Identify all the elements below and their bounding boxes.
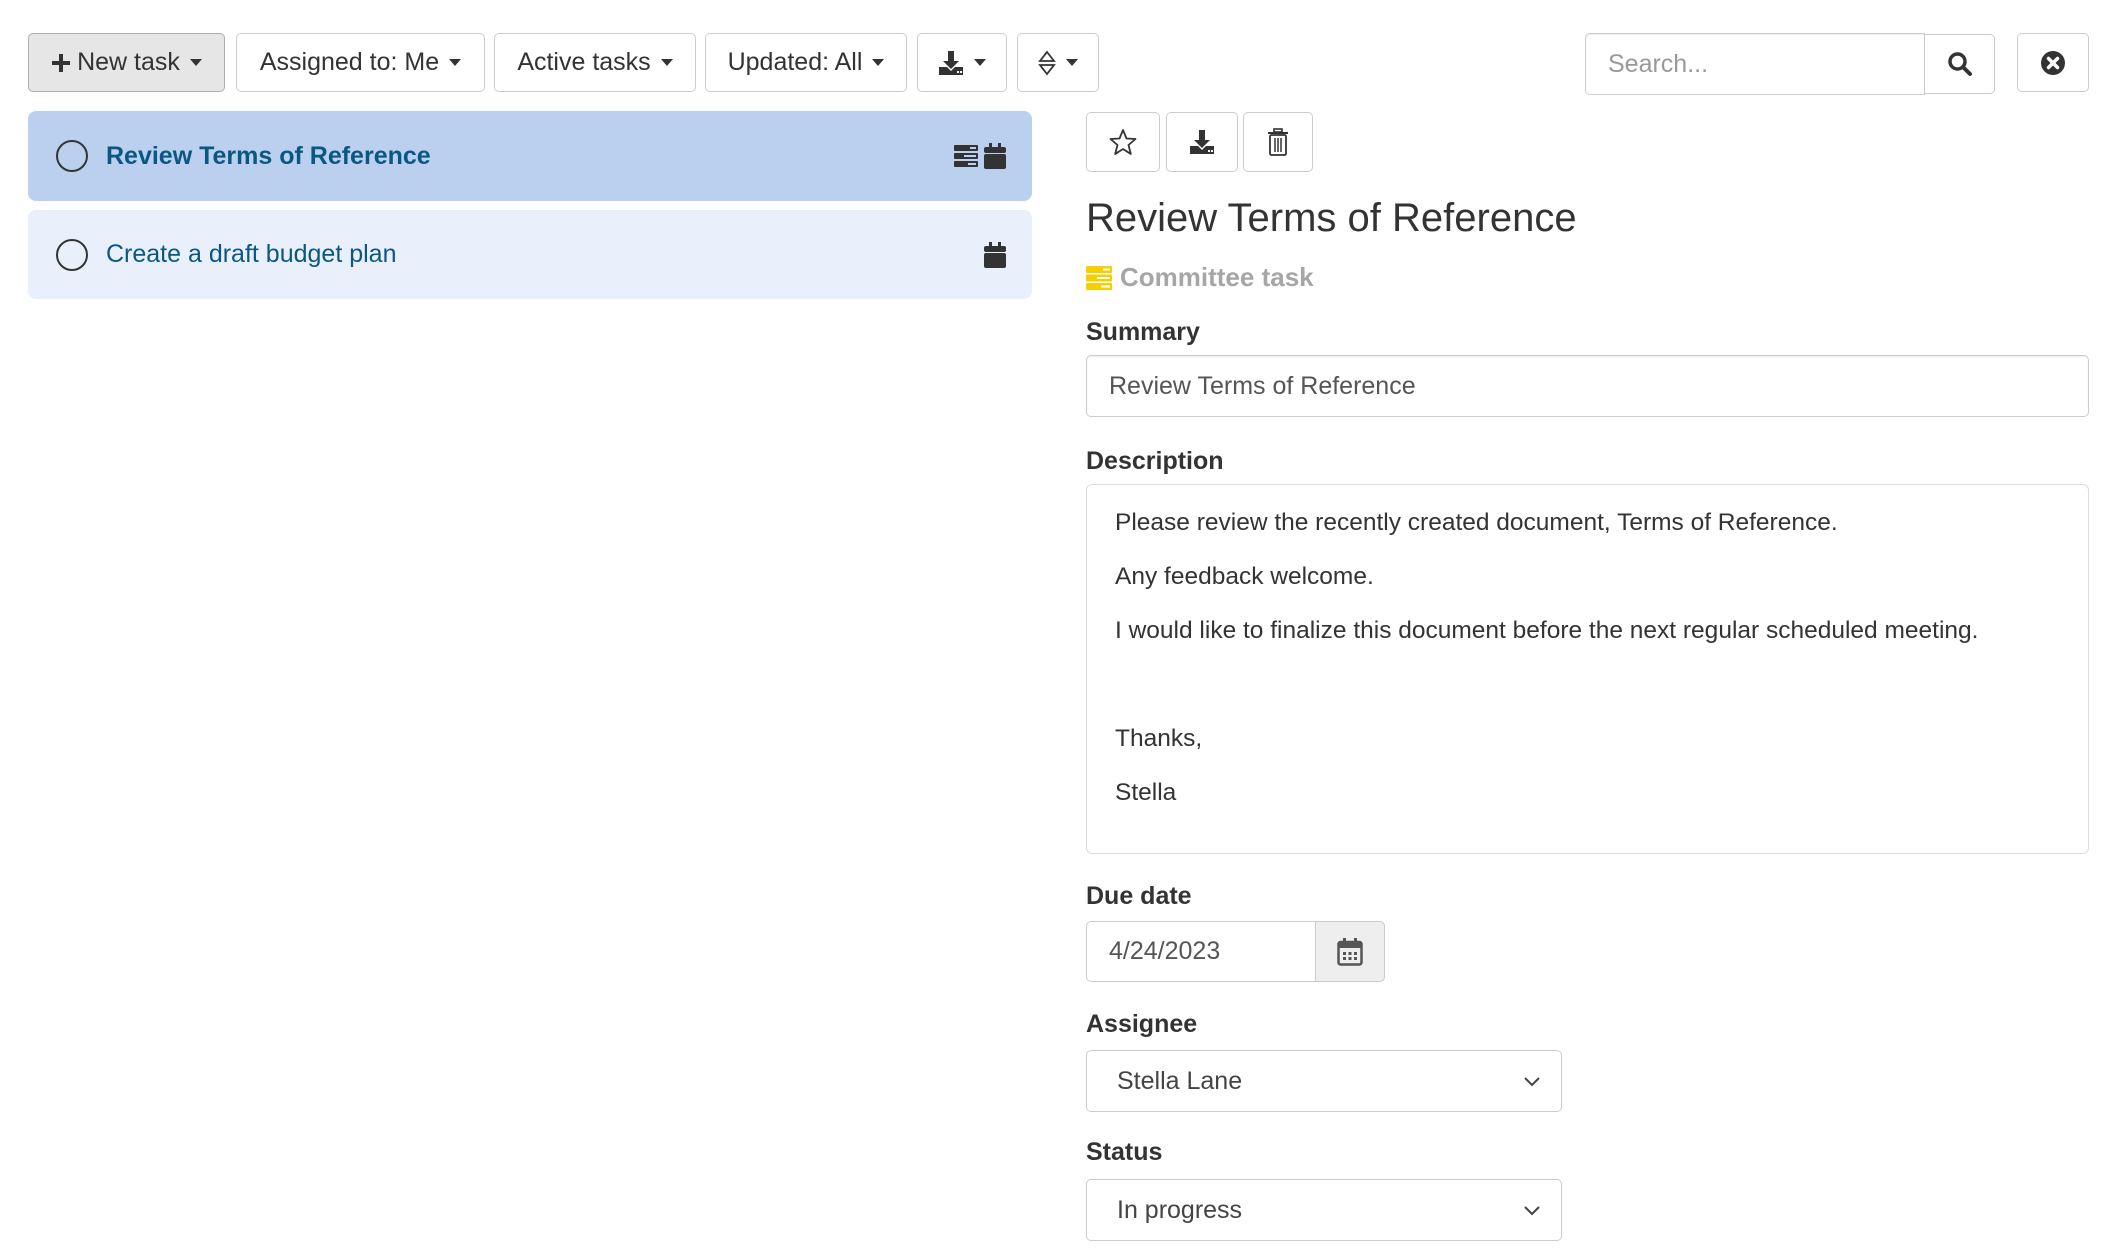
status-label: Status [1086,1138,1163,1166]
assignee-select[interactable]: Stella Lane [1086,1050,1562,1112]
caret-down-icon [974,59,986,66]
description-line: Please review the recently created docum… [1115,509,1838,536]
search-input[interactable] [1585,33,1925,95]
calendar-icon [1337,937,1363,966]
sort-icon [1038,50,1056,76]
description-line: I would like to finalize this document b… [1115,617,1979,644]
description-line: Thanks, [1115,725,1203,752]
due-date-label: Due date [1086,882,1192,910]
summary-input[interactable] [1086,355,2089,417]
star-icon [1109,128,1137,156]
caret-down-icon [872,59,885,66]
download-icon [1189,129,1215,155]
due-date-input[interactable] [1086,921,1316,982]
delete-button[interactable] [1243,112,1313,172]
caret-down-icon [1066,59,1078,66]
caret-down-icon [189,59,202,66]
updated-filter-label: Updated: All [727,48,863,76]
caret-down-icon [660,59,673,66]
close-circle-icon [2040,50,2066,76]
export-dropdown[interactable] [917,33,1007,92]
assigned-filter-dropdown[interactable]: Assigned to: Me [236,33,485,92]
search-icon [1947,51,1973,77]
description-label: Description [1086,447,1224,475]
category-icon [1086,265,1112,290]
favorite-button[interactable] [1086,112,1160,172]
description-editor[interactable]: Please review the recently created docum… [1086,484,2089,854]
new-task-button[interactable]: New task [28,33,225,92]
date-picker-button[interactable] [1315,921,1385,982]
assignee-label: Assignee [1086,1010,1198,1038]
download-button[interactable] [1166,112,1238,172]
category-icon [954,145,978,167]
task-complete-checkbox[interactable] [56,238,88,271]
task-title: Create a draft budget plan [106,240,397,268]
close-button[interactable] [2017,33,2089,92]
plus-icon [51,53,71,73]
task-category-label: Committee task [1120,262,1314,292]
status-select[interactable]: In progress [1086,1179,1562,1241]
calendar-icon [984,143,1006,169]
calendar-icon [984,241,1006,268]
task-list-item[interactable]: Review Terms of Reference [28,111,1032,201]
active-tasks-dropdown[interactable]: Active tasks [494,33,696,92]
search-button[interactable] [1924,34,1995,94]
task-title: Review Terms of Reference [106,141,431,170]
caret-down-icon [449,59,462,66]
new-task-label: New task [77,48,180,76]
trash-icon [1267,128,1289,156]
summary-label: Summary [1086,318,1200,346]
download-icon [938,50,964,76]
chevron-down-icon [1523,1075,1541,1087]
updated-filter-dropdown[interactable]: Updated: All [705,33,907,92]
description-line: Any feedback welcome. [1115,563,1374,590]
status-value: In progress [1117,1195,1243,1224]
sort-dropdown[interactable] [1017,33,1099,92]
task-category: Committee task [1086,262,1314,293]
task-complete-checkbox[interactable] [56,140,88,172]
task-detail-title: Review Terms of Reference [1086,196,1577,240]
task-list-item[interactable]: Create a draft budget plan [28,210,1032,299]
assigned-filter-label: Assigned to: Me [259,48,440,76]
description-line: Stella [1115,779,1177,806]
description-line [1115,669,2060,723]
assignee-value: Stella Lane [1117,1066,1243,1095]
chevron-down-icon [1523,1204,1541,1216]
active-tasks-label: Active tasks [517,48,651,76]
